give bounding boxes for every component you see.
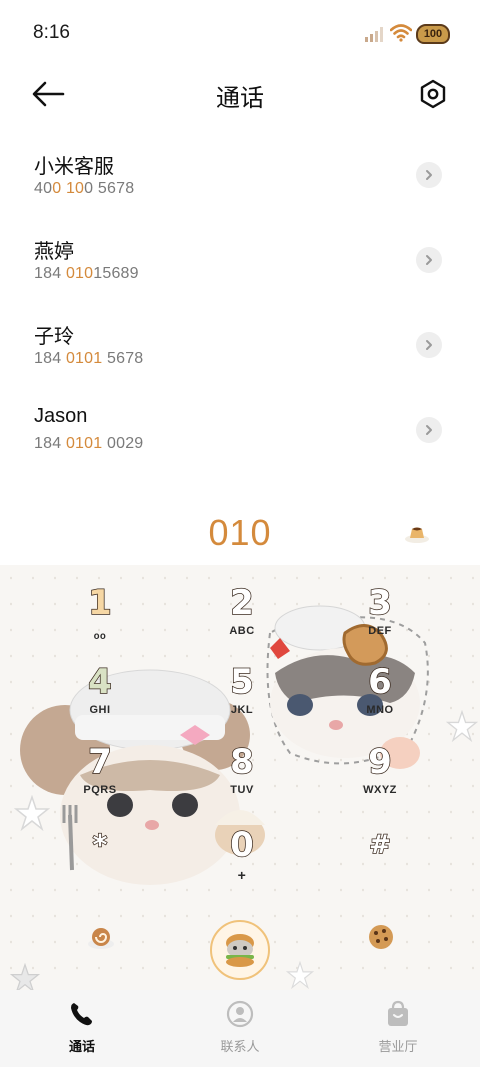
header: 通话 xyxy=(0,66,480,124)
key-1[interactable]: 1 ₒₒ xyxy=(55,582,145,655)
key-6[interactable]: 6 MNO xyxy=(335,661,425,734)
signal-icon xyxy=(365,27,383,42)
chevron-right-icon[interactable] xyxy=(416,417,442,443)
star-decoration xyxy=(10,963,40,990)
cinnamon-roll-icon[interactable] xyxy=(86,922,116,952)
voicemail-icon: ₒₒ xyxy=(93,625,107,641)
key-2[interactable]: 2 ABC xyxy=(197,582,287,655)
key-7[interactable]: 7 PQRS xyxy=(55,741,145,814)
shop-bag-icon xyxy=(388,1000,408,1026)
nav-tab-calls[interactable]: 通话 xyxy=(32,1000,132,1055)
settings-icon[interactable] xyxy=(418,78,448,110)
wifi-icon xyxy=(390,24,412,42)
key-4[interactable]: 4 GHI xyxy=(55,661,145,734)
contact-name: 子玲 xyxy=(34,326,74,348)
cookie-icon[interactable] xyxy=(366,922,396,952)
contact-number: 184 0101 5678 xyxy=(34,350,144,367)
nav-tab-contacts[interactable]: 联系人 xyxy=(190,1000,290,1055)
status-icons: 100 xyxy=(364,24,450,44)
star-decoration xyxy=(446,710,478,742)
bottom-nav: 通话 联系人 营业厅 xyxy=(0,990,480,1067)
phone-icon xyxy=(71,1003,92,1026)
key-hash[interactable]: # xyxy=(335,825,425,897)
pudding-icon[interactable] xyxy=(404,522,430,544)
key-star[interactable]: * xyxy=(55,825,145,897)
contact-name: 燕婷 xyxy=(34,241,74,263)
key-8[interactable]: 8 TUV xyxy=(197,741,287,814)
key-3[interactable]: 3 DEF xyxy=(335,582,425,655)
star-decoration xyxy=(286,961,314,989)
contact-number: 400 100 5678 xyxy=(34,180,135,197)
burger-cat-icon xyxy=(226,934,254,967)
page-title: 通话 xyxy=(216,85,264,112)
chevron-right-icon[interactable] xyxy=(416,332,442,358)
contact-number: 184 01015689 xyxy=(34,265,139,282)
contact-item[interactable]: 燕婷 184 01015689 xyxy=(0,215,480,300)
contact-item[interactable]: Jason 184 0101 0029 xyxy=(0,385,480,470)
contact-icon xyxy=(226,1000,254,1028)
contact-item[interactable]: 子玲 184 0101 5678 xyxy=(0,300,480,385)
chevron-right-icon[interactable] xyxy=(416,247,442,273)
contact-name: 小米客服 xyxy=(34,156,114,178)
star-decoration xyxy=(14,795,50,831)
key-9[interactable]: 9 WXYZ xyxy=(335,741,425,814)
contact-number: 184 0101 0029 xyxy=(34,435,144,452)
chevron-right-icon[interactable] xyxy=(416,162,442,188)
status-bar: 8:16 100 xyxy=(0,0,480,66)
battery-icon: 100 xyxy=(416,24,450,44)
nav-tab-service-hall[interactable]: 营业厅 xyxy=(348,1000,448,1055)
contact-list: 小米客服 400 100 5678 燕婷 184 01015689 子玲 184… xyxy=(0,130,480,470)
status-time: 8:16 xyxy=(33,22,70,43)
call-button[interactable] xyxy=(210,920,270,980)
contact-name: Jason xyxy=(34,405,88,427)
contact-item[interactable]: 小米客服 400 100 5678 xyxy=(0,130,480,215)
key-0[interactable]: 0 + xyxy=(197,824,287,897)
key-5[interactable]: 5 JKL xyxy=(197,661,287,734)
